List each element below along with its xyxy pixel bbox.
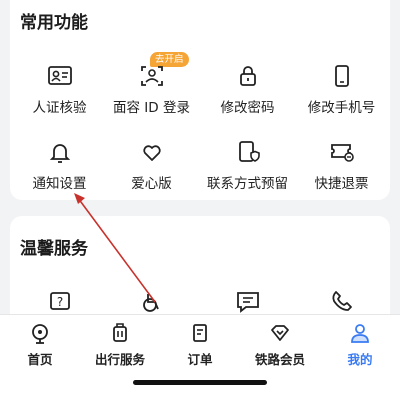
tab-mine[interactable]: 我的	[320, 316, 400, 376]
message-icon	[236, 292, 259, 313]
change-password-button[interactable]: 修改密码	[200, 62, 295, 122]
id-verify-icon	[47, 66, 72, 85]
quick-refund-label: 快捷退票	[314, 176, 369, 192]
phone-call-icon	[331, 291, 352, 311]
tab-orders-label: 订单	[187, 352, 213, 367]
id-verify-button[interactable]: 人证核验	[12, 62, 107, 122]
change-password-label: 修改密码	[220, 100, 275, 116]
order-icon	[193, 324, 207, 342]
tab-railway-member[interactable]: 铁路会员	[240, 316, 320, 376]
tab-orders[interactable]: 订单	[160, 316, 240, 376]
tab-home[interactable]: 首页	[0, 316, 80, 376]
face-id-login-button[interactable]: 面容 ID 登录	[104, 62, 199, 122]
lock-icon	[239, 66, 256, 86]
help-question-icon: ?	[49, 292, 70, 310]
care-mode-button[interactable]: 爱心版	[104, 138, 199, 198]
section-title-warm-services: 温馨服务	[20, 239, 88, 259]
section-title-common-functions: 常用功能	[20, 13, 88, 33]
home-indicator	[133, 380, 267, 385]
home-icon	[32, 324, 48, 344]
tab-travel-services-label: 出行服务	[94, 352, 145, 367]
profile-icon	[351, 324, 369, 343]
face-id-icon	[140, 66, 163, 86]
notification-settings-button[interactable]: 通知设置	[12, 138, 107, 198]
face-id-login-label: 面容 ID 登录	[113, 100, 190, 116]
heart-icon	[142, 145, 161, 161]
tab-railway-member-label: 铁路会员	[254, 352, 305, 367]
tab-travel-services[interactable]: 出行服务	[80, 316, 160, 376]
bell-icon	[49, 144, 70, 163]
change-phone-label: 修改手机号	[307, 100, 376, 116]
contact-shield-icon	[238, 141, 260, 162]
tab-mine-label: 我的	[347, 352, 373, 367]
quick-refund-button[interactable]: 快捷退票	[294, 138, 389, 198]
diamond-icon	[271, 325, 289, 341]
tab-home-label: 首页	[27, 352, 53, 367]
phone-call-service-button[interactable]	[294, 288, 389, 316]
contact-reserve-label: 联系方式预留	[207, 176, 288, 192]
id-verify-label: 人证核验	[32, 100, 87, 116]
contact-reserve-button[interactable]: 联系方式预留	[200, 138, 295, 198]
luggage-icon	[113, 323, 127, 342]
wheelchair-icon	[142, 294, 159, 312]
change-phone-button[interactable]: 修改手机号	[294, 62, 389, 122]
svg-text:?: ?	[56, 295, 62, 309]
accessibility-service-button[interactable]	[104, 288, 199, 316]
message-service-button[interactable]	[200, 288, 295, 316]
care-mode-label: 爱心版	[131, 176, 172, 192]
ticket-refund-icon	[330, 144, 354, 162]
phone-icon	[334, 65, 349, 87]
help-service-button[interactable]: ?	[12, 288, 107, 316]
notification-settings-label: 通知设置	[32, 176, 87, 192]
